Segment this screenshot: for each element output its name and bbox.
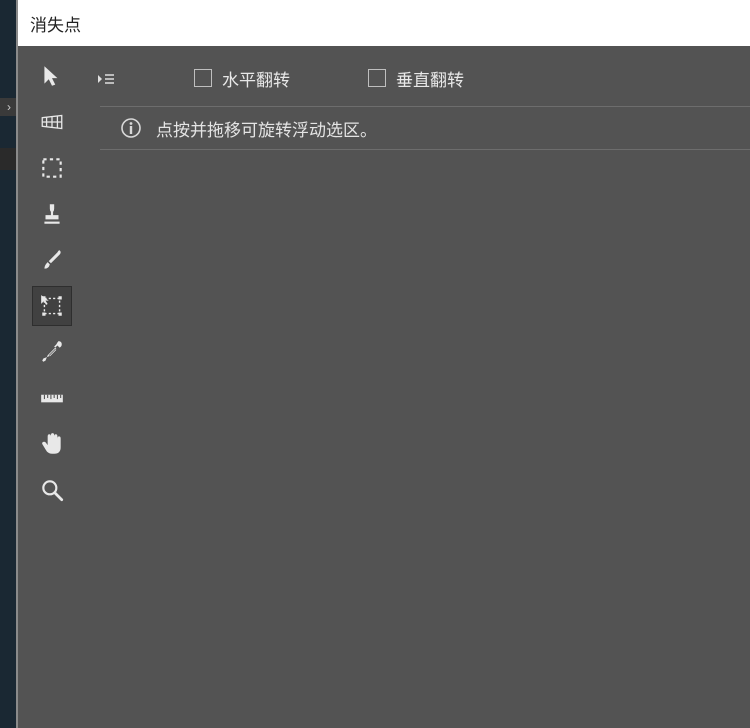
marquee-tool[interactable]	[32, 148, 72, 188]
ruler-icon	[39, 385, 65, 411]
tool-strip	[28, 56, 76, 510]
marquee-icon	[39, 155, 65, 181]
eyedropper-tool[interactable]	[32, 332, 72, 372]
hand-tool[interactable]	[32, 424, 72, 464]
brush-icon	[39, 247, 65, 273]
plane-tool[interactable]	[32, 102, 72, 142]
plane-icon	[39, 109, 65, 135]
options-menu[interactable]	[96, 71, 116, 85]
menu-dropdown-icon	[96, 71, 116, 85]
brush-tool[interactable]	[32, 240, 72, 280]
transform-tool[interactable]	[32, 286, 72, 326]
hint-text: 点按并拖移可旋转浮动选区。	[156, 116, 377, 141]
flip-horizontal-checkbox[interactable]	[194, 69, 212, 87]
eyedropper-icon	[39, 339, 65, 365]
stamp-tool[interactable]	[32, 194, 72, 234]
measure-tool[interactable]	[32, 378, 72, 418]
titlebar: 消失点	[18, 0, 750, 46]
zoom-tool[interactable]	[32, 470, 72, 510]
canvas-area[interactable]	[100, 150, 750, 728]
info-icon	[120, 117, 142, 139]
flip-vertical-checkbox[interactable]	[368, 69, 386, 87]
flip-horizontal-label: 水平翻转	[222, 66, 290, 91]
vanishing-point-dialog: 消失点	[16, 0, 750, 728]
arrow-tool[interactable]	[32, 56, 72, 96]
flip-horizontal-group: 水平翻转	[194, 66, 290, 91]
flip-vertical-group: 垂直翻转	[368, 66, 464, 91]
app-left-edge: ›	[0, 0, 16, 728]
options-bar: 水平翻转 垂直翻转	[90, 56, 750, 100]
stamp-icon	[39, 201, 65, 227]
flip-vertical-label: 垂直翻转	[396, 66, 464, 91]
window-title: 消失点	[30, 11, 81, 36]
zoom-icon	[39, 477, 65, 503]
hand-icon	[39, 431, 65, 457]
transform-icon	[39, 293, 65, 319]
hint-bar: 点按并拖移可旋转浮动选区。	[100, 106, 750, 150]
arrow-icon	[39, 63, 65, 89]
